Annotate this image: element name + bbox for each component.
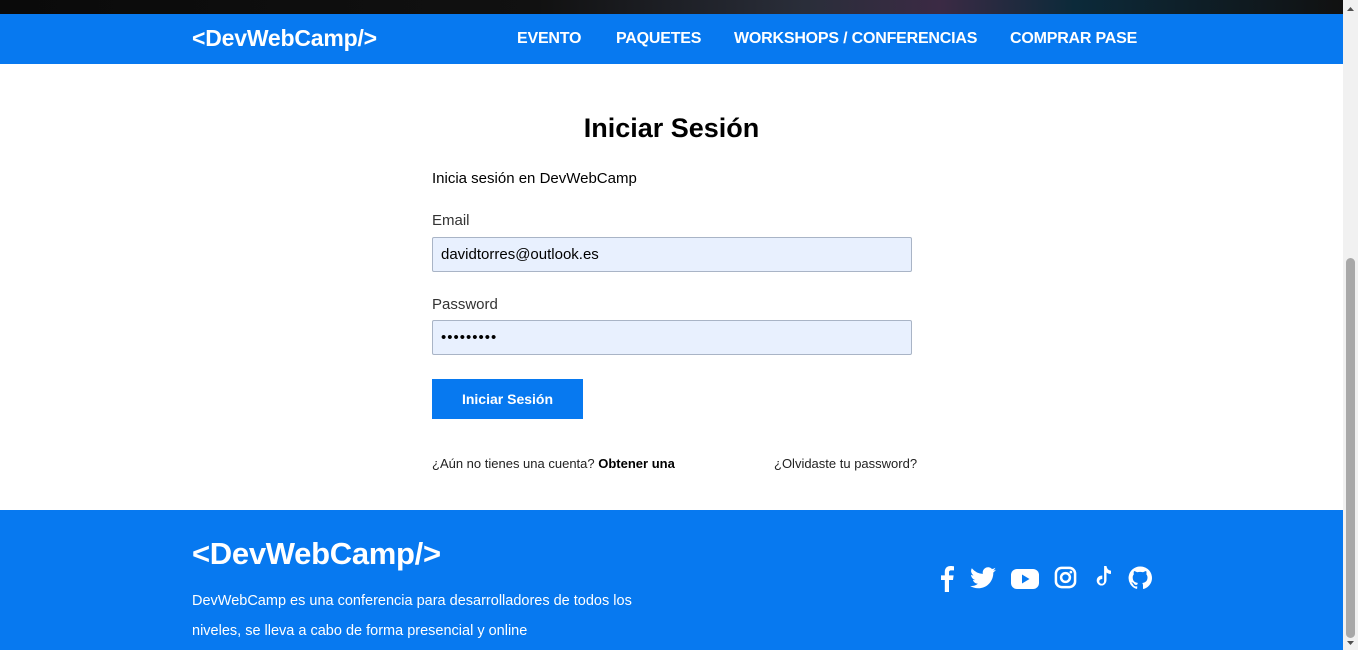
github-icon[interactable] [1128, 566, 1152, 595]
password-field-wrapper [432, 320, 912, 355]
login-submit-button[interactable]: Iniciar Sesión [432, 379, 583, 419]
login-subtitle: Inicia sesión en DevWebCamp [432, 170, 637, 187]
tiktok-icon[interactable] [1091, 566, 1113, 595]
twitter-icon[interactable] [970, 567, 996, 594]
email-field-wrapper [432, 237, 912, 272]
scroll-down-arrow-icon[interactable] [1343, 636, 1358, 650]
forgot-password-link[interactable]: ¿Olvidaste tu password? [774, 456, 917, 471]
nav-link-evento[interactable]: EVENTO [517, 30, 582, 48]
register-prompt-text: ¿Aún no tienes una cuenta? [432, 456, 595, 471]
nav-link-paquetes[interactable]: PAQUETES [616, 30, 701, 48]
register-prompt: ¿Aún no tienes una cuenta? Obtener una [432, 456, 675, 471]
facebook-icon[interactable] [940, 566, 954, 597]
password-label: Password [432, 296, 498, 313]
password-field[interactable] [433, 321, 911, 354]
scrollbar-thumb[interactable] [1346, 258, 1355, 638]
nav-link-workshops[interactable]: WORKSHOPS / CONFERENCIAS [734, 30, 977, 48]
main-nav: EVENTO PAQUETES WORKSHOPS / CONFERENCIAS… [0, 30, 1343, 50]
email-field[interactable] [433, 238, 911, 271]
footer-logo[interactable]: <DevWebCamp/> [192, 536, 441, 572]
instagram-icon[interactable] [1054, 566, 1077, 594]
nav-link-comprar-pase[interactable]: COMPRAR PASE [1010, 30, 1137, 48]
login-section: Iniciar Sesión Inicia sesión en DevWebCa… [0, 64, 1343, 510]
youtube-icon[interactable] [1011, 569, 1039, 594]
register-link[interactable]: Obtener una [598, 456, 675, 471]
email-label: Email [432, 212, 470, 229]
page-title: Iniciar Sesión [583, 113, 760, 143]
site-footer: <DevWebCamp/> DevWebCamp es una conferen… [0, 510, 1343, 650]
page-scrollbar[interactable] [1343, 0, 1358, 650]
top-navigation-bar: <DevWebCamp/> EVENTO PAQUETES WORKSHOPS … [0, 14, 1343, 64]
hero-image-strip [0, 0, 1343, 14]
scroll-up-arrow-icon[interactable] [1343, 2, 1358, 16]
footer-description: DevWebCamp es una conferencia para desar… [192, 593, 632, 639]
